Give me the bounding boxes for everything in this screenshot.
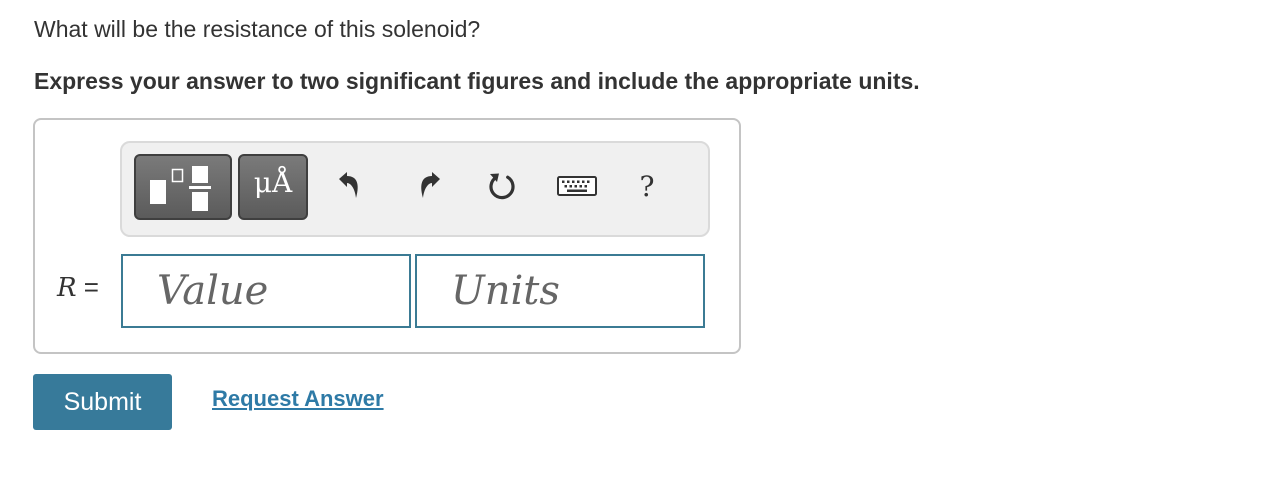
units-field-wrapper	[415, 254, 705, 328]
variable-label: R =	[57, 272, 99, 303]
keyboard-button[interactable]	[553, 165, 601, 209]
units-button[interactable]: μÅ	[238, 154, 308, 220]
units-input[interactable]	[417, 256, 703, 326]
units-icon: μÅ	[253, 166, 293, 199]
redo-button[interactable]	[410, 165, 450, 209]
value-field-wrapper	[121, 254, 411, 328]
question-text: What will be the resistance of this sole…	[34, 16, 481, 42]
equals-sign: =	[76, 272, 99, 302]
request-answer-link[interactable]: Request Answer	[212, 386, 384, 412]
answer-instruction: Express your answer to two significant f…	[34, 68, 920, 94]
undo-icon	[339, 172, 358, 198]
templates-button[interactable]	[134, 154, 232, 220]
submit-button[interactable]: Submit	[33, 374, 172, 430]
keyboard-icon	[557, 176, 597, 196]
redo-icon	[421, 172, 440, 198]
reset-button[interactable]	[482, 165, 522, 209]
undo-button[interactable]	[329, 165, 369, 209]
variable-symbol: R	[57, 273, 77, 303]
value-input[interactable]	[123, 256, 409, 326]
answer-panel: μÅ ? R = Value Units	[33, 118, 741, 354]
math-toolbar: μÅ ?	[120, 141, 710, 237]
reset-icon	[489, 173, 515, 200]
templates-icon	[150, 166, 211, 211]
help-icon[interactable]: ?	[627, 167, 667, 207]
